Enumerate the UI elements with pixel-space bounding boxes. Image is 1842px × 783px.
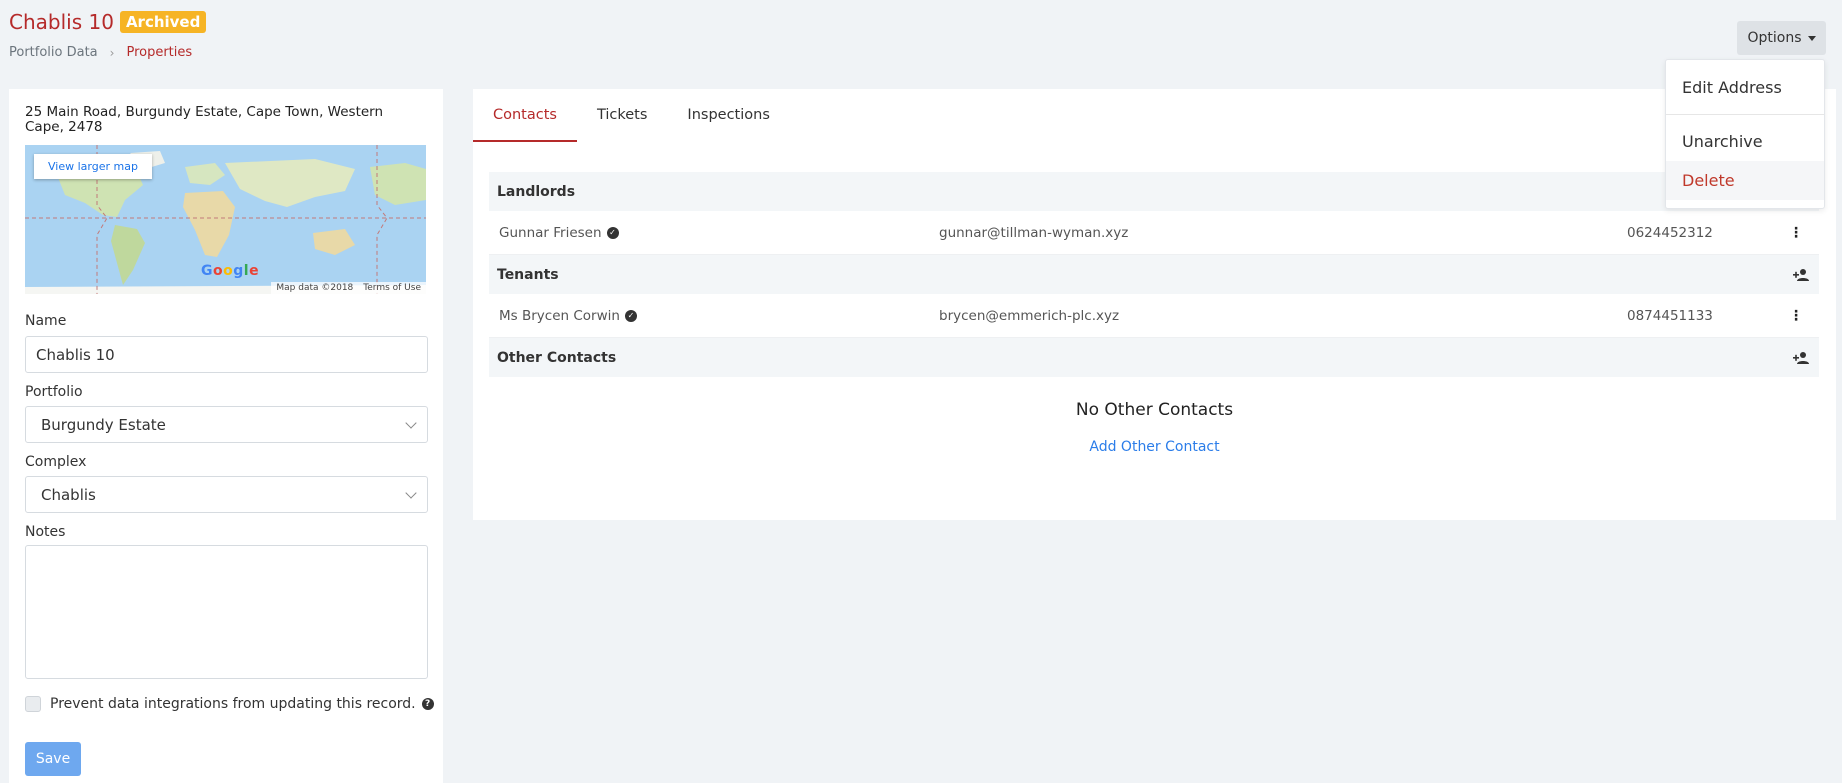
- property-details-card: 25 Main Road, Burgundy Estate, Cape Town…: [9, 89, 443, 783]
- view-larger-map-button[interactable]: View larger map: [34, 154, 152, 179]
- add-tenant-icon[interactable]: [1793, 268, 1811, 282]
- help-icon[interactable]: ?: [421, 698, 434, 710]
- portfolio-select[interactable]: Burgundy Estate: [25, 406, 428, 443]
- breadcrumb-portfolio-data[interactable]: Portfolio Data: [9, 45, 98, 60]
- property-title: Chablis 10: [9, 10, 114, 34]
- contact-name-text: Gunnar Friesen: [499, 224, 602, 241]
- prevent-integrations-checkbox[interactable]: [25, 696, 41, 712]
- tab-inspections[interactable]: Inspections: [667, 89, 789, 142]
- prevent-integrations-row: Prevent data integrations from updating …: [25, 696, 434, 712]
- save-button[interactable]: Save: [25, 742, 81, 776]
- options-dropdown-menu: Edit Address Unarchive Delete: [1665, 59, 1825, 209]
- more-options-icon[interactable]: ⋮: [1789, 308, 1803, 324]
- tab-bar: Contacts Tickets Inspections: [473, 89, 790, 142]
- complex-select[interactable]: Chablis: [25, 476, 428, 513]
- landlords-title: Landlords: [497, 183, 576, 200]
- contact-email: gunnar@tillman-wyman.xyz: [939, 224, 1129, 241]
- landlords-section-header: Landlords: [489, 172, 1819, 211]
- options-button[interactable]: Options: [1737, 21, 1826, 55]
- tenants-title: Tenants: [497, 266, 559, 283]
- caret-down-icon: [1807, 35, 1816, 41]
- verified-icon: ✓: [606, 226, 619, 239]
- menu-divider: [1666, 114, 1824, 115]
- empty-state-title: No Other Contacts: [1075, 400, 1234, 420]
- contact-phone: 0624452312: [1627, 224, 1713, 241]
- contact-name[interactable]: Ms Brycen Corwin ✓: [499, 308, 637, 324]
- page-title: Chablis 10 Archived: [9, 10, 207, 34]
- table-row: Gunnar Friesen ✓ gunnar@tillman-wyman.xy…: [489, 211, 1819, 255]
- property-map[interactable]: View larger map Google Map data ©2018 Te…: [25, 145, 426, 294]
- verified-icon: ✓: [624, 309, 637, 322]
- chevron-right-icon: ›: [109, 45, 115, 60]
- tab-tickets[interactable]: Tickets: [577, 89, 667, 142]
- map-attribution: Map data ©2018 Terms of Use: [271, 282, 426, 294]
- notes-textarea[interactable]: [25, 545, 428, 679]
- table-row: Ms Brycen Corwin ✓ brycen@emmerich-plc.x…: [489, 294, 1819, 338]
- complex-selected-value: Chablis: [41, 485, 96, 504]
- tenants-section-header: Tenants: [489, 255, 1819, 294]
- property-address: 25 Main Road, Burgundy Estate, Cape Town…: [25, 104, 384, 135]
- complex-label: Complex: [25, 454, 87, 470]
- status-badge: Archived: [119, 11, 207, 33]
- map-data-label: Map data ©2018: [276, 283, 354, 293]
- notes-label: Notes: [25, 524, 66, 540]
- name-input[interactable]: [25, 336, 428, 373]
- chevron-down-icon: [405, 486, 417, 499]
- contact-name-text: Ms Brycen Corwin: [499, 307, 620, 324]
- portfolio-label: Portfolio: [25, 384, 83, 400]
- contact-name[interactable]: Gunnar Friesen ✓: [499, 225, 619, 241]
- name-label: Name: [25, 313, 67, 329]
- google-logo: Google: [201, 263, 260, 279]
- add-other-contact-icon[interactable]: [1793, 351, 1811, 365]
- tab-contacts[interactable]: Contacts: [473, 89, 577, 142]
- breadcrumb: Portfolio Data › Properties: [9, 45, 192, 60]
- chevron-down-icon: [405, 416, 417, 429]
- more-options-icon[interactable]: ⋮: [1789, 225, 1803, 241]
- menu-item-delete[interactable]: Delete: [1666, 161, 1824, 200]
- prevent-integrations-label: Prevent data integrations from updating …: [50, 696, 416, 712]
- portfolio-selected-value: Burgundy Estate: [41, 415, 166, 434]
- other-contacts-section-header: Other Contacts: [489, 338, 1819, 377]
- contact-phone: 0874451133: [1627, 307, 1713, 324]
- breadcrumb-properties[interactable]: Properties: [126, 45, 192, 60]
- terms-of-use-link[interactable]: Terms of Use: [358, 282, 426, 294]
- add-other-contact-link[interactable]: Add Other Contact: [473, 439, 1836, 455]
- menu-item-unarchive[interactable]: Unarchive: [1666, 122, 1824, 161]
- contacts-card: Contacts Tickets Inspections Landlords G…: [473, 89, 1836, 520]
- menu-item-edit-address[interactable]: Edit Address: [1666, 68, 1824, 107]
- other-contacts-title: Other Contacts: [497, 349, 617, 366]
- contact-email: brycen@emmerich-plc.xyz: [939, 307, 1120, 324]
- options-label: Options: [1747, 30, 1802, 46]
